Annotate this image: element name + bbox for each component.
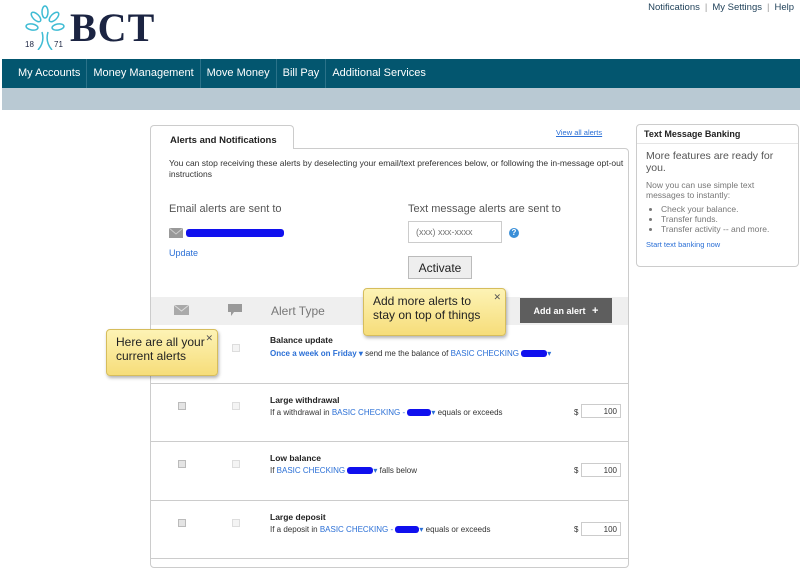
- current-alerts-tooltip: Here are all your current alerts ✕: [106, 329, 218, 376]
- svg-text:71: 71: [54, 40, 63, 49]
- account-name: BASIC CHECKING -: [331, 408, 406, 417]
- account-name: BASIC CHECKING: [450, 349, 520, 358]
- nav-my-accounts[interactable]: My Accounts: [2, 59, 88, 88]
- account-name: BASIC CHECKING: [276, 466, 346, 475]
- email-checkbox[interactable]: [178, 460, 186, 468]
- tooltip-text: Add more alerts to stay on top of things: [373, 294, 481, 322]
- help-icon[interactable]: ?: [509, 228, 519, 238]
- currency-symbol: $: [574, 408, 579, 417]
- alert-description: Once a week on Friday ▾ send me the bala…: [270, 349, 551, 358]
- text-message-banking-panel: Text Message Banking More features are r…: [636, 124, 799, 267]
- side-lead: More features are ready for you.: [646, 150, 774, 174]
- bct-logo-icon: 18 71: [25, 5, 65, 50]
- update-email-link[interactable]: Update: [169, 248, 198, 258]
- text-checkbox[interactable]: [232, 460, 240, 468]
- account-dropdown[interactable]: BASIC CHECKING ▾: [277, 466, 378, 475]
- desc-text: If a deposit in: [270, 525, 320, 534]
- alert-description: If a withdrawal in BASIC CHECKING - ▾ eq…: [270, 408, 503, 417]
- side-bullet: Transfer funds.: [661, 214, 798, 224]
- alert-title: Large deposit: [270, 512, 326, 522]
- text-checkbox[interactable]: [232, 344, 240, 352]
- alert-description: If BASIC CHECKING ▾ falls below: [270, 466, 417, 475]
- amount-input[interactable]: 100: [581, 522, 621, 536]
- text-checkbox[interactable]: [232, 519, 240, 527]
- side-bullet: Transfer activity -- and more.: [661, 224, 798, 234]
- nav-money-management[interactable]: Money Management: [87, 59, 201, 88]
- nav-bill-pay[interactable]: Bill Pay: [277, 59, 327, 88]
- add-alerts-tooltip: Add more alerts to stay on top of things…: [363, 288, 506, 336]
- alert-title: Low balance: [270, 453, 322, 463]
- side-bullet: Check your balance.: [661, 204, 798, 214]
- desc-text: If: [270, 466, 277, 475]
- alert-description: If a deposit in BASIC CHECKING - ▾ equal…: [270, 525, 491, 534]
- email-checkbox[interactable]: [178, 519, 186, 527]
- add-alert-button[interactable]: Add an alert +: [520, 298, 612, 323]
- plus-icon: +: [592, 304, 599, 317]
- email-label: Email alerts are sent to: [169, 203, 282, 215]
- email-checkbox[interactable]: [178, 402, 186, 410]
- text-checkbox[interactable]: [232, 402, 240, 410]
- account-name: BASIC CHECKING -: [319, 525, 394, 534]
- help-link[interactable]: Help: [774, 2, 794, 13]
- svg-text:18: 18: [25, 40, 34, 49]
- desc-text: equals or exceeds: [423, 525, 491, 534]
- brand-name: BCT: [70, 5, 156, 50]
- email-icon: [169, 228, 183, 238]
- text-column-icon: [228, 304, 242, 316]
- notifications-link[interactable]: Notifications: [648, 2, 700, 13]
- desc-text: send me the balance of: [362, 349, 451, 358]
- desc-text: If a withdrawal in: [270, 408, 332, 417]
- main-nav: My Accounts Money Management Move Money …: [2, 59, 800, 88]
- phone-input[interactable]: [408, 221, 502, 243]
- top-links: Notifications | My Settings | Help: [648, 2, 794, 13]
- text-label: Text message alerts are sent to: [408, 203, 561, 215]
- redacted-account: [521, 350, 548, 358]
- account-dropdown[interactable]: BASIC CHECKING - ▾: [332, 408, 436, 417]
- my-settings-link[interactable]: My Settings: [712, 2, 762, 13]
- redacted-account: [407, 409, 432, 417]
- tooltip-text: Here are all your current alerts: [116, 335, 205, 363]
- alert-title: Balance update: [270, 335, 333, 345]
- alert-title: Large withdrawal: [270, 395, 340, 405]
- amount-input[interactable]: 100: [581, 404, 621, 418]
- start-text-banking-link[interactable]: Start text banking now: [637, 234, 798, 249]
- redacted-account: [395, 526, 420, 534]
- currency-symbol: $: [574, 525, 579, 534]
- redacted-account: [347, 467, 374, 475]
- tab-alerts-and-notifications[interactable]: Alerts and Notifications: [150, 125, 294, 149]
- email-column-icon: [174, 305, 189, 315]
- activate-button[interactable]: Activate: [408, 256, 472, 279]
- nav-move-money[interactable]: Move Money: [201, 59, 277, 88]
- frequency-dropdown[interactable]: Once a week on Friday ▾: [270, 349, 363, 358]
- desc-text: equals or exceeds: [435, 408, 503, 417]
- nav-additional-services[interactable]: Additional Services: [326, 59, 432, 88]
- side-body: Now you can use simple text messages to …: [646, 180, 755, 200]
- close-icon[interactable]: ✕: [493, 290, 501, 304]
- account-dropdown[interactable]: BASIC CHECKING ▾: [451, 349, 552, 358]
- redacted-email: [186, 229, 284, 237]
- currency-symbol: $: [574, 466, 579, 475]
- intro-text: You can stop receiving these alerts by d…: [169, 158, 624, 179]
- account-dropdown[interactable]: BASIC CHECKING - ▾: [320, 525, 424, 534]
- add-alert-label: Add an alert: [533, 305, 586, 316]
- amount-input[interactable]: 100: [581, 463, 621, 477]
- view-all-alerts-link[interactable]: View all alerts: [556, 128, 602, 137]
- side-title: Text Message Banking: [637, 125, 798, 144]
- close-icon[interactable]: ✕: [205, 331, 213, 345]
- desc-text: falls below: [377, 466, 417, 475]
- sub-nav-band: [2, 88, 800, 110]
- alert-type-header: Alert Type: [271, 304, 325, 318]
